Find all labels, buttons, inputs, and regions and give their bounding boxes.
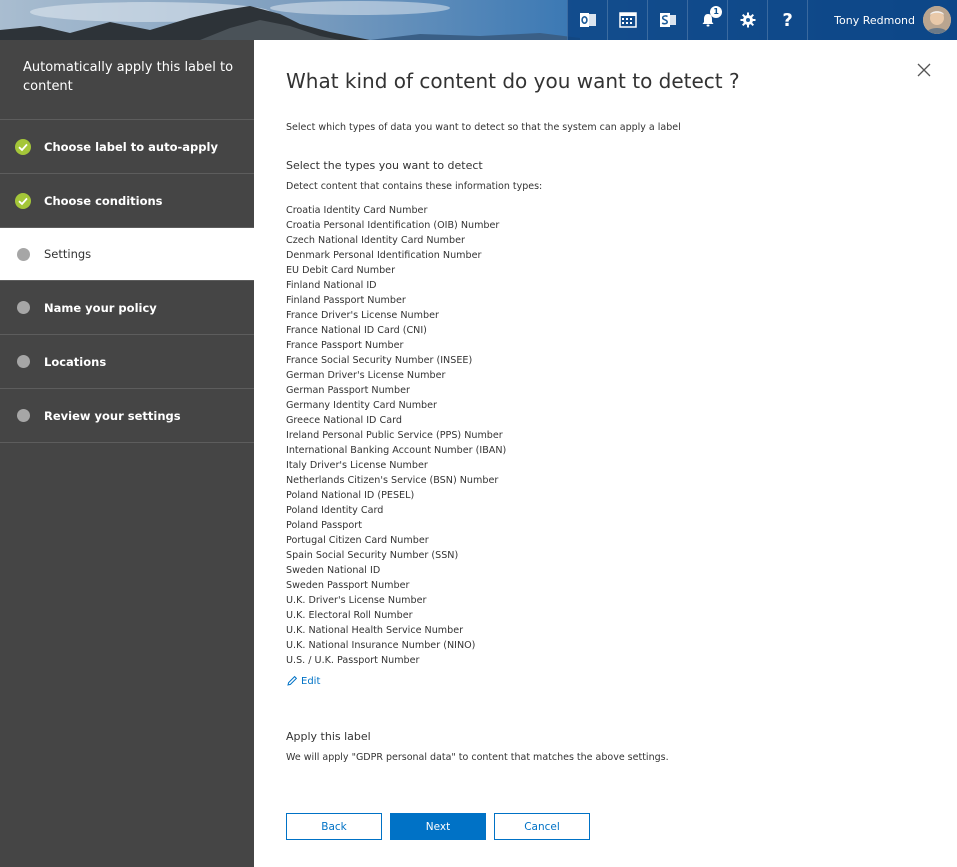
step-pending-dot-icon bbox=[14, 407, 32, 425]
step-choose-conditions[interactable]: Choose conditions bbox=[0, 174, 254, 228]
next-button[interactable]: Next bbox=[390, 813, 486, 840]
information-type-item: U.K. National Insurance Number (NINO) bbox=[286, 640, 476, 651]
information-type-item: Greece National ID Card bbox=[286, 415, 402, 426]
step-review-settings[interactable]: Review your settings bbox=[0, 389, 254, 443]
information-type-item: Italy Driver's License Number bbox=[286, 460, 428, 471]
close-button[interactable] bbox=[916, 62, 932, 78]
apply-label-description: We will apply "GDPR personal data" to co… bbox=[286, 752, 669, 763]
calendar-button[interactable] bbox=[607, 0, 647, 40]
step-settings[interactable]: Settings bbox=[0, 228, 254, 281]
help-button[interactable]: ? bbox=[767, 0, 807, 40]
information-type-item: Sweden Passport Number bbox=[286, 580, 410, 591]
information-type-item: Croatia Identity Card Number bbox=[286, 205, 428, 216]
information-types-list: Croatia Identity Card Number Croatia Pers… bbox=[286, 203, 506, 668]
information-type-item: Finland National ID bbox=[286, 280, 377, 291]
information-type-item: U.S. / U.K. Passport Number bbox=[286, 655, 420, 666]
wizard-steps-panel: Automatically apply this label to conten… bbox=[0, 40, 254, 867]
information-type-item: Portugal Citizen Card Number bbox=[286, 535, 429, 546]
information-type-item: Poland Passport bbox=[286, 520, 362, 531]
sharepoint-button[interactable] bbox=[647, 0, 687, 40]
gear-icon bbox=[740, 12, 756, 28]
information-type-item: France Driver's License Number bbox=[286, 310, 439, 321]
top-bar: 1 ? Tony Redmond bbox=[0, 0, 957, 40]
settings-button[interactable] bbox=[727, 0, 767, 40]
step-label: Locations bbox=[44, 354, 107, 369]
sharepoint-icon bbox=[659, 13, 676, 27]
information-type-item: France Passport Number bbox=[286, 340, 404, 351]
avatar bbox=[923, 6, 951, 34]
information-type-item: Germany Identity Card Number bbox=[286, 400, 437, 411]
information-type-item: U.K. Driver's License Number bbox=[286, 595, 427, 606]
step-pending-dot-icon bbox=[14, 353, 32, 371]
main-panel: What kind of content do you want to dete… bbox=[254, 40, 957, 867]
wizard-title: Automatically apply this label to conten… bbox=[0, 40, 254, 120]
notifications-button[interactable]: 1 bbox=[687, 0, 727, 40]
step-label: Name your policy bbox=[44, 300, 157, 315]
step-complete-check-icon bbox=[14, 192, 32, 210]
step-label: Settings bbox=[44, 247, 92, 261]
information-type-item: Sweden National ID bbox=[286, 565, 381, 576]
information-type-item: Spain Social Security Number (SSN) bbox=[286, 550, 459, 561]
outlook-button[interactable] bbox=[567, 0, 607, 40]
information-type-item: U.K. Electoral Roll Number bbox=[286, 610, 413, 621]
user-name: Tony Redmond bbox=[834, 13, 915, 27]
information-type-item: Ireland Personal Public Service (PPS) Nu… bbox=[286, 430, 503, 441]
step-locations[interactable]: Locations bbox=[0, 335, 254, 389]
close-icon bbox=[917, 63, 931, 77]
types-heading: Select the types you want to detect bbox=[286, 159, 483, 172]
calendar-icon bbox=[618, 12, 637, 28]
pencil-icon bbox=[287, 675, 298, 686]
help-icon: ? bbox=[782, 9, 793, 31]
edit-label: Edit bbox=[301, 675, 321, 687]
back-button[interactable]: Back bbox=[286, 813, 382, 840]
step-pending-dot-icon bbox=[14, 299, 32, 317]
information-type-item: Finland Passport Number bbox=[286, 295, 406, 306]
information-type-item: Netherlands Citizen's Service (BSN) Numb… bbox=[286, 475, 499, 486]
types-subheading: Detect content that contains these infor… bbox=[286, 181, 543, 192]
avatar-photo bbox=[923, 6, 951, 34]
step-name-policy[interactable]: Name your policy bbox=[0, 281, 254, 335]
step-current-dot-icon bbox=[14, 245, 32, 263]
information-type-item: U.K. National Health Service Number bbox=[286, 625, 464, 636]
step-choose-label[interactable]: Choose label to auto-apply bbox=[0, 120, 254, 174]
step-label: Review your settings bbox=[44, 408, 181, 423]
apply-label-heading: Apply this label bbox=[286, 730, 371, 743]
information-type-item: International Banking Account Number (IB… bbox=[286, 445, 507, 456]
information-type-item: German Passport Number bbox=[286, 385, 410, 396]
step-complete-check-icon bbox=[14, 138, 32, 156]
information-type-item: France National ID Card (CNI) bbox=[286, 325, 427, 336]
user-menu[interactable]: Tony Redmond bbox=[807, 0, 957, 40]
information-type-item: Poland National ID (PESEL) bbox=[286, 490, 415, 501]
outlook-icon bbox=[579, 13, 596, 27]
cancel-button[interactable]: Cancel bbox=[494, 813, 590, 840]
information-type-item: Czech National Identity Card Number bbox=[286, 235, 465, 246]
information-type-item: France Social Security Number (INSEE) bbox=[286, 355, 473, 366]
notification-count-badge: 1 bbox=[710, 6, 723, 18]
information-type-item: Croatia Personal Identification (OIB) Nu… bbox=[286, 220, 500, 231]
step-label: Choose conditions bbox=[44, 193, 163, 208]
information-type-item: Denmark Personal Identification Number bbox=[286, 250, 482, 261]
header-icon-bar: 1 ? Tony Redmond bbox=[567, 0, 957, 40]
step-label: Choose label to auto-apply bbox=[44, 139, 218, 154]
edit-link[interactable]: Edit bbox=[286, 675, 320, 687]
information-type-item: Poland Identity Card bbox=[286, 505, 384, 516]
page-description: Select which types of data you want to d… bbox=[286, 122, 681, 133]
information-type-item: German Driver's License Number bbox=[286, 370, 446, 381]
information-type-item: EU Debit Card Number bbox=[286, 265, 396, 276]
page-title: What kind of content do you want to dete… bbox=[286, 69, 740, 93]
